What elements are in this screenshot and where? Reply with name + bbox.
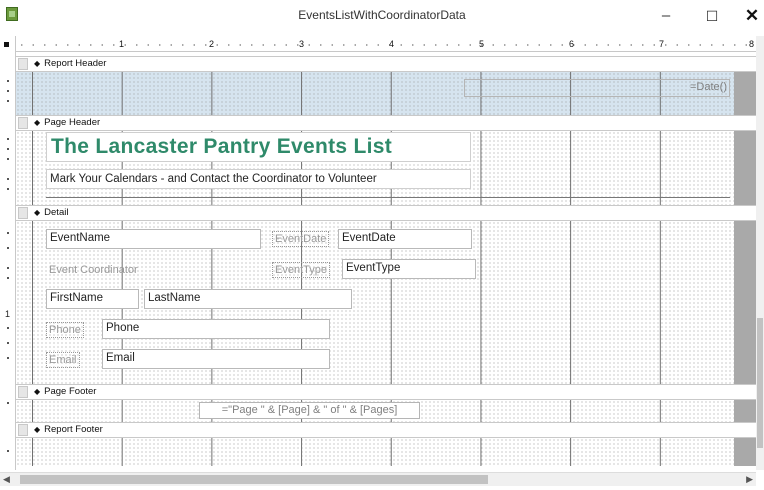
- horizontal-scroll-thumb[interactable]: [20, 475, 488, 484]
- title-bar: EventsListWithCoordinatorData – ☐ ✕: [0, 0, 764, 32]
- ruler-tick: [7, 80, 9, 82]
- event-coordinator-label[interactable]: Event Coordinator: [46, 262, 141, 278]
- header-divider-line[interactable]: [46, 197, 730, 198]
- vruler-number-1: 1: [5, 309, 11, 319]
- first-name-textbox[interactable]: FirstName: [46, 289, 139, 309]
- ruler-number-2: 2: [209, 39, 215, 49]
- section-bar-page-header[interactable]: Page Header: [16, 115, 756, 131]
- ruler-number-4: 4: [389, 39, 395, 49]
- ruler-number-8: 8: [749, 39, 755, 49]
- report-design-surface[interactable]: Report Header =Date() Page Header The La…: [16, 52, 756, 470]
- section-selector[interactable]: [18, 117, 28, 129]
- ruler-ticks: [16, 44, 756, 46]
- event-date-textbox[interactable]: EventDate: [338, 229, 472, 249]
- section-bar-report-header[interactable]: Report Header: [16, 56, 756, 72]
- section-label: Report Footer: [34, 424, 103, 435]
- ruler-tick: [7, 232, 9, 234]
- band-overflow-area: [734, 72, 756, 116]
- section-label: Detail: [34, 207, 68, 218]
- section-label: Page Footer: [34, 386, 96, 397]
- page-number-textbox[interactable]: ="Page " & [Page] & " of " & [Pages]: [199, 402, 420, 419]
- horizontal-scrollbar[interactable]: ◀ ▶: [0, 472, 756, 486]
- email-textbox[interactable]: Email: [102, 349, 330, 369]
- date-control[interactable]: =Date(): [464, 79, 730, 97]
- phone-textbox[interactable]: Phone: [102, 319, 330, 339]
- band-overflow-area: [734, 221, 756, 384]
- minimize-button[interactable]: –: [646, 4, 686, 28]
- section-bar-detail[interactable]: Detail: [16, 205, 756, 221]
- event-name-textbox[interactable]: EventName: [46, 229, 261, 249]
- ruler-tick: [7, 148, 9, 150]
- event-date-label[interactable]: EventDate: [272, 231, 330, 247]
- band-overflow-area: [734, 438, 756, 466]
- ruler-tick: [7, 327, 9, 329]
- ruler-tick: [7, 342, 9, 344]
- ruler-tick: [7, 450, 9, 452]
- section-bar-page-footer[interactable]: Page Footer: [16, 384, 756, 400]
- event-type-textbox[interactable]: EventType: [342, 259, 476, 279]
- ruler-tick: [7, 158, 9, 160]
- report-title-label[interactable]: The Lancaster Pantry Events List: [46, 132, 471, 162]
- ruler-tick: [7, 267, 9, 269]
- ruler-tick: [7, 178, 9, 180]
- maximize-button[interactable]: ☐: [692, 4, 732, 28]
- section-bar-report-footer[interactable]: Report Footer: [16, 422, 756, 438]
- phone-label[interactable]: Phone: [46, 322, 84, 338]
- vertical-scroll-thumb[interactable]: [757, 318, 763, 448]
- close-button[interactable]: ✕: [732, 4, 764, 28]
- section-label: Report Header: [34, 58, 106, 69]
- email-label[interactable]: Email: [46, 352, 80, 368]
- scroll-right-arrow-icon[interactable]: ▶: [746, 474, 753, 485]
- ruler-number-7: 7: [659, 39, 665, 49]
- ruler-number-6: 6: [569, 39, 575, 49]
- band-report-footer[interactable]: [16, 438, 734, 466]
- ruler-number-3: 3: [299, 39, 305, 49]
- last-name-textbox[interactable]: LastName: [144, 289, 352, 309]
- ruler-tick: [7, 138, 9, 140]
- band-overflow-area: [734, 400, 756, 422]
- section-selector[interactable]: [18, 58, 28, 70]
- report-selector[interactable]: [0, 36, 16, 52]
- event-type-label[interactable]: EventType: [272, 262, 330, 278]
- ruler-tick: [7, 90, 9, 92]
- ruler-tick: [7, 188, 9, 190]
- band-overflow-area: [734, 131, 756, 205]
- section-selector[interactable]: [18, 424, 28, 436]
- ruler-tick: [7, 100, 9, 102]
- ruler-tick: [7, 402, 9, 404]
- report-subtitle-label[interactable]: Mark Your Calendars - and Contact the Co…: [46, 169, 471, 189]
- vertical-ruler[interactable]: 1: [0, 52, 16, 470]
- scroll-left-arrow-icon[interactable]: ◀: [3, 474, 10, 485]
- section-label: Page Header: [34, 117, 100, 128]
- ruler-number-5: 5: [479, 39, 485, 49]
- ruler-number-1: 1: [119, 39, 125, 49]
- ruler-tick: [7, 277, 9, 279]
- section-selector[interactable]: [18, 207, 28, 219]
- vertical-scrollbar[interactable]: [756, 36, 764, 470]
- section-selector[interactable]: [18, 386, 28, 398]
- horizontal-ruler[interactable]: 1 2 3 4 5 6 7 8: [16, 38, 756, 52]
- ruler-tick: [7, 357, 9, 359]
- ruler-tick: [7, 247, 9, 249]
